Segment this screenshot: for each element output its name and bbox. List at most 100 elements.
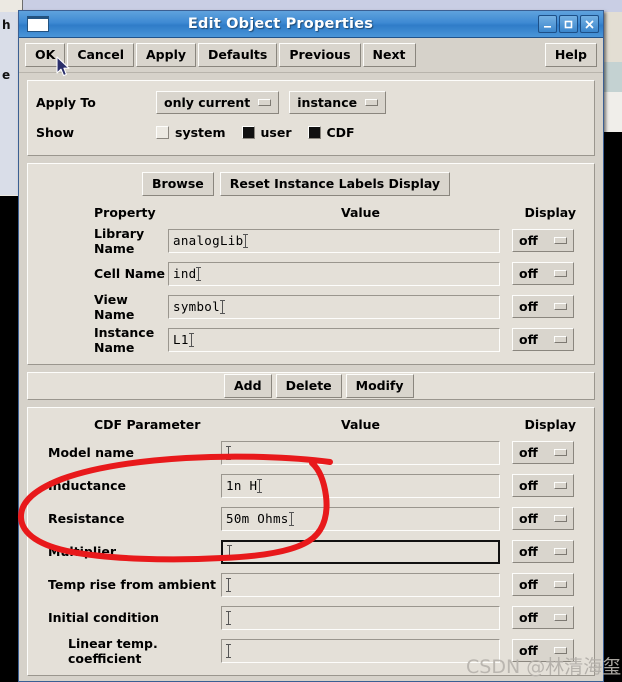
- chevron-down-icon: [258, 98, 272, 106]
- display-dropdown-cell-name[interactable]: off: [512, 262, 574, 285]
- display-dropdown-model-name[interactable]: off: [512, 441, 574, 464]
- table-row: Inductance 1n H off: [36, 469, 586, 502]
- display-dropdown-multiplier[interactable]: off: [512, 540, 574, 563]
- checkbox-user[interactable]: [241, 125, 255, 139]
- cdf-label-resistance: Resistance: [48, 511, 125, 526]
- cdf-label-initial-condition: Initial condition: [48, 610, 160, 625]
- library-name-value: analogLib: [173, 233, 244, 248]
- display-value: off: [519, 445, 538, 460]
- temp-rise-input[interactable]: [221, 572, 500, 597]
- table-row: View Name symbol off: [36, 290, 586, 323]
- text-caret-icon: [243, 233, 249, 249]
- header-cdf-parameter: CDF Parameter: [94, 416, 201, 432]
- text-caret-icon: [227, 544, 232, 560]
- apply-scope-dropdown[interactable]: only current: [156, 90, 280, 114]
- chevron-down-icon: [554, 303, 567, 310]
- display-value: off: [519, 233, 538, 248]
- cancel-button[interactable]: Cancel: [67, 43, 134, 67]
- chevron-down-icon: [554, 548, 567, 555]
- text-caret-icon: [226, 445, 231, 461]
- cdf-label-inductance: Inductance: [48, 478, 127, 493]
- display-dropdown-view-name[interactable]: off: [512, 295, 574, 318]
- checkbox-user-label: user: [260, 124, 292, 140]
- text-caret-icon: [219, 299, 225, 315]
- apply-to-label: Apply To: [36, 94, 96, 110]
- background-text-fragment-2: e: [2, 68, 11, 82]
- table-row: Multiplier off: [36, 535, 586, 568]
- checkbox-cdf-label: CDF: [326, 124, 355, 140]
- property-label-library-name: Library Name: [94, 225, 145, 256]
- edit-action-bar: Add Delete Modify: [27, 372, 595, 400]
- previous-button[interactable]: Previous: [279, 43, 361, 67]
- checkbox-system[interactable]: [156, 125, 169, 139]
- checkbox-cdf[interactable]: [307, 125, 321, 139]
- title-bar[interactable]: Edit Object Properties: [19, 11, 603, 38]
- minimize-icon[interactable]: [538, 15, 557, 33]
- chevron-down-icon: [554, 614, 567, 621]
- property-panel: Browse Reset Instance Labels Display Pro…: [27, 163, 595, 365]
- property-header-row: Property Value Display: [36, 200, 586, 224]
- inductance-input[interactable]: 1n H: [221, 473, 500, 498]
- table-row: Resistance 50m Ohms off: [36, 502, 586, 535]
- inductance-value: 1n H: [226, 478, 258, 493]
- chevron-down-icon: [554, 336, 567, 343]
- property-label-instance-name: Instance Name: [94, 324, 155, 355]
- reset-instance-labels-button[interactable]: Reset Instance Labels Display: [219, 172, 451, 196]
- apply-button[interactable]: Apply: [136, 43, 197, 67]
- linear-temp-coefficient-input[interactable]: [221, 638, 500, 663]
- close-icon[interactable]: [580, 15, 599, 33]
- display-dropdown-library-name[interactable]: off: [512, 229, 574, 252]
- display-value: off: [519, 610, 538, 625]
- model-name-input[interactable]: [221, 440, 500, 465]
- header-cdf-value: Value: [340, 416, 381, 432]
- display-dropdown-linear-temp-coefficient[interactable]: off: [512, 639, 574, 662]
- browse-button[interactable]: Browse: [142, 172, 214, 196]
- window-title: Edit Object Properties: [187, 16, 374, 32]
- initial-condition-input[interactable]: [221, 605, 500, 630]
- display-dropdown-resistance[interactable]: off: [512, 507, 574, 530]
- apply-target-value: instance: [297, 94, 358, 110]
- text-caret-icon: [226, 577, 231, 593]
- display-dropdown-initial-condition[interactable]: off: [512, 606, 574, 629]
- display-value: off: [519, 643, 538, 658]
- next-button[interactable]: Next: [362, 43, 416, 67]
- header-display: Display: [524, 204, 576, 220]
- delete-button[interactable]: Delete: [275, 374, 342, 398]
- chevron-down-icon: [554, 482, 567, 489]
- cell-name-input[interactable]: ind: [168, 261, 500, 286]
- library-name-input[interactable]: analogLib: [168, 228, 500, 253]
- display-dropdown-instance-name[interactable]: off: [512, 328, 574, 351]
- apply-target-dropdown[interactable]: instance: [289, 90, 387, 114]
- resistance-input[interactable]: 50m Ohms: [221, 506, 500, 531]
- show-row: Show system user CDF: [36, 117, 586, 147]
- defaults-button[interactable]: Defaults: [198, 43, 278, 67]
- table-row: Model name off: [36, 436, 586, 469]
- cdf-label-model-name: Model name: [48, 445, 134, 460]
- window-controls: [538, 15, 599, 33]
- display-value: off: [519, 478, 538, 493]
- display-dropdown-temp-rise[interactable]: off: [512, 573, 574, 596]
- view-name-input[interactable]: symbol: [168, 294, 500, 319]
- text-caret-icon: [226, 610, 231, 626]
- display-value: off: [519, 266, 538, 281]
- cdf-label-temp-rise: Temp rise from ambient: [48, 577, 216, 592]
- maximize-icon[interactable]: [559, 15, 578, 33]
- chevron-down-icon: [554, 515, 567, 522]
- modify-button[interactable]: Modify: [345, 374, 414, 398]
- instance-name-value: L1: [173, 332, 189, 347]
- add-button[interactable]: Add: [224, 374, 272, 398]
- display-dropdown-inductance[interactable]: off: [512, 474, 574, 497]
- edit-object-properties-dialog: Edit Object Properties OK Cancel Apply D…: [18, 10, 604, 682]
- cell-name-value: ind: [173, 266, 197, 281]
- table-row: Instance Name L1 off: [36, 323, 586, 356]
- table-row: Initial condition off: [36, 601, 586, 634]
- cdf-label-multiplier: Multiplier: [48, 544, 117, 559]
- multiplier-input[interactable]: [221, 539, 500, 564]
- help-button[interactable]: Help: [544, 43, 597, 67]
- display-value: off: [519, 577, 538, 592]
- text-caret-icon: [188, 332, 194, 348]
- instance-name-input[interactable]: L1: [168, 327, 500, 352]
- show-label: Show: [36, 124, 75, 140]
- property-button-row: Browse Reset Instance Labels Display: [36, 170, 586, 200]
- ok-button[interactable]: OK: [25, 43, 66, 67]
